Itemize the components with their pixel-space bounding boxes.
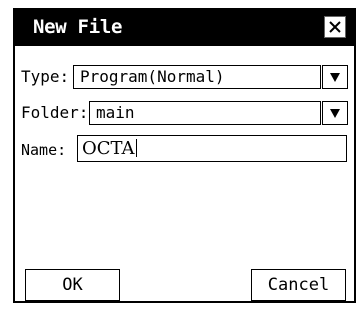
type-select-value: Program(Normal) — [80, 67, 225, 86]
name-input[interactable]: OCTA — [77, 135, 347, 162]
close-x-icon — [329, 21, 341, 33]
text-caret — [135, 139, 137, 157]
folder-dropdown-button[interactable] — [322, 101, 348, 125]
dialog-titlebar: New File — [15, 10, 354, 46]
ok-button[interactable]: OK — [25, 269, 120, 301]
triangle-down-icon — [330, 109, 340, 118]
triangle-down-icon — [330, 73, 340, 82]
new-file-dialog: New File Type: Program(Normal) Folder: m… — [13, 8, 356, 303]
folder-select-value: main — [96, 103, 135, 122]
folder-label: Folder: — [21, 103, 89, 122]
dialog-title: New File — [33, 16, 123, 38]
name-input-value: OCTA — [82, 138, 135, 159]
folder-select[interactable]: main — [89, 101, 321, 125]
close-button[interactable] — [324, 16, 346, 38]
type-select[interactable]: Program(Normal) — [73, 65, 321, 89]
ok-button-label: OK — [62, 275, 83, 295]
cancel-button-label: Cancel — [267, 275, 330, 295]
name-label: Name: — [21, 141, 67, 159]
cancel-button[interactable]: Cancel — [251, 269, 346, 301]
type-dropdown-button[interactable] — [322, 65, 348, 89]
type-label: Type: — [21, 67, 70, 86]
